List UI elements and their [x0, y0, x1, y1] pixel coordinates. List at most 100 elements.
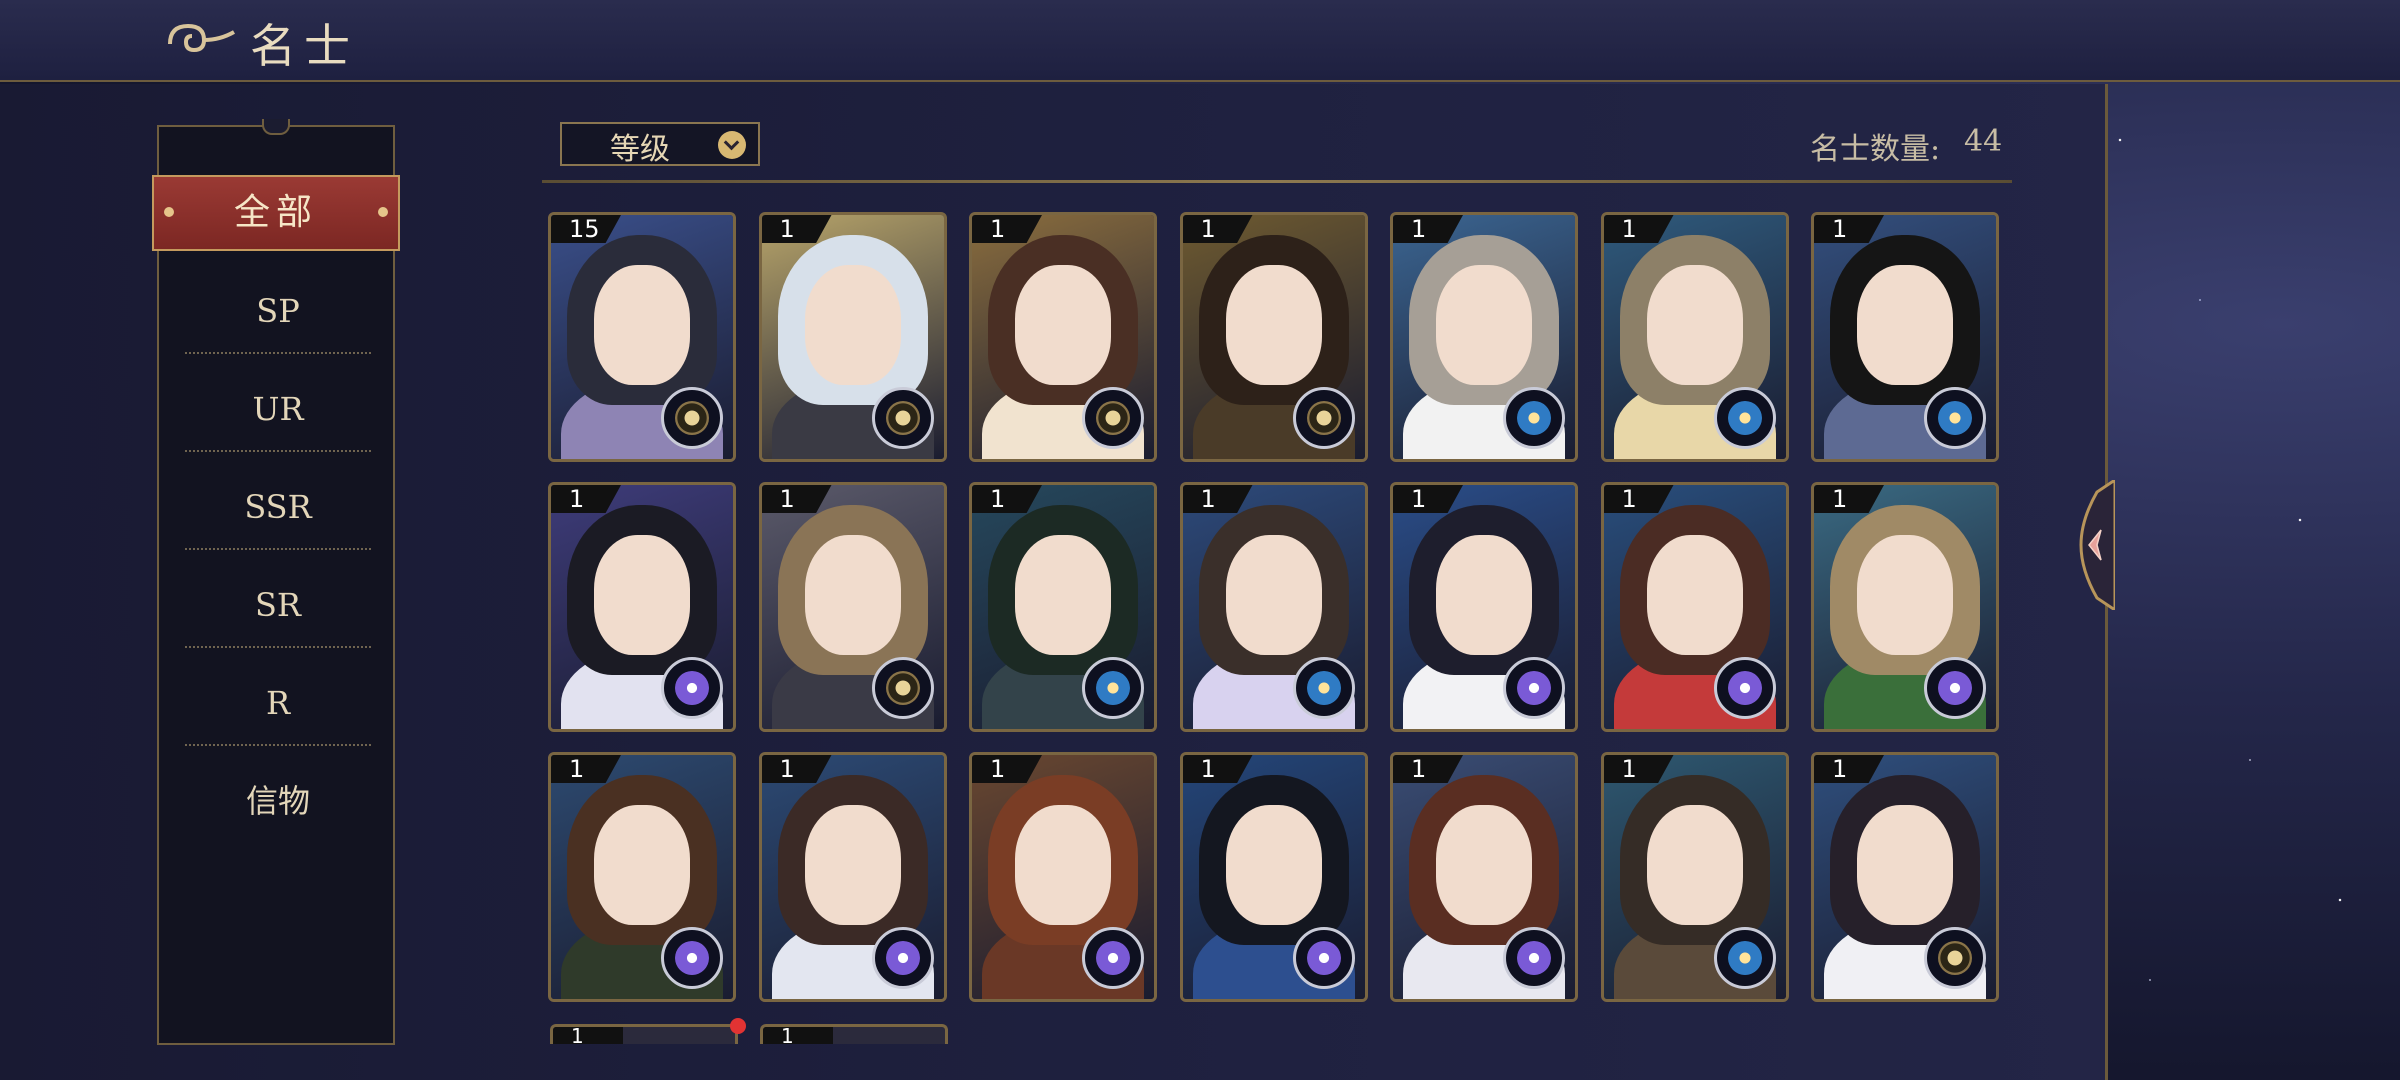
- hero-face: [1015, 805, 1111, 925]
- hero-face: [1015, 265, 1111, 385]
- faction-emblem-icon: [661, 657, 723, 719]
- faction-emblem-icon: [1503, 927, 1565, 989]
- hero-card[interactable]: 1: [1600, 212, 1789, 462]
- hero-face: [804, 265, 901, 385]
- hero-card[interactable]: 1: [1179, 752, 1368, 1002]
- cloud-swirl-icon: [168, 23, 235, 53]
- hero-face: [1857, 805, 1953, 925]
- faction-emblem-icon: [1292, 387, 1355, 449]
- hero-level: 1: [1832, 755, 1848, 783]
- hero-face: [594, 535, 690, 655]
- collapse-panel-button[interactable]: [2075, 480, 2115, 610]
- sort-label: 等级: [610, 132, 670, 167]
- hero-card[interactable]: 1: [1811, 482, 1999, 732]
- hero-card[interactable]: 1: [969, 482, 1157, 732]
- hero-card[interactable]: 15: [548, 212, 736, 462]
- hero-level: 1: [1200, 215, 1216, 243]
- hero-face: [1015, 535, 1111, 655]
- hero-level: 1: [569, 485, 585, 513]
- header-divider: [542, 180, 2012, 183]
- hero-face: [804, 535, 901, 655]
- hero-level: 1: [1411, 755, 1427, 783]
- hero-level: 1: [1200, 755, 1216, 783]
- hero-level: 1: [1200, 485, 1216, 513]
- hero-card[interactable]: 1: [1390, 752, 1578, 1002]
- faction-emblem-icon: [1713, 387, 1776, 449]
- level-tab: [553, 1027, 623, 1044]
- faction-emblem-icon: [871, 927, 934, 989]
- hero-level: 1: [990, 215, 1006, 243]
- hero-card[interactable]: 1: [758, 482, 947, 732]
- hero-card[interactable]: 1: [758, 212, 947, 462]
- top-bar: 名士: [0, 0, 2400, 82]
- hero-level: 1: [1411, 485, 1427, 513]
- faction-emblem-icon: [871, 657, 934, 719]
- sidebar-item-ssr[interactable]: SSR: [185, 458, 371, 556]
- sidebar-item-label: 全部: [233, 192, 318, 233]
- hero-level: 1: [1411, 215, 1427, 243]
- faction-emblem-icon: [1292, 927, 1355, 989]
- hero-card[interactable]: 1: [1811, 752, 1999, 1002]
- faction-emblem-icon: [661, 927, 723, 989]
- hero-card[interactable]: 1: [1179, 482, 1368, 732]
- hero-level: 1: [1621, 485, 1637, 513]
- hero-level: 1: [571, 1024, 584, 1044]
- hero-card[interactable]: 1: [1600, 752, 1789, 1002]
- hero-face: [1646, 805, 1743, 925]
- sidebar-item-r[interactable]: R: [185, 654, 371, 752]
- hero-card[interactable]: 1: [1390, 212, 1578, 462]
- hero-face: [594, 265, 690, 385]
- hero-count-value: 44: [1964, 124, 2003, 159]
- faction-emblem-icon: [1503, 657, 1565, 719]
- hero-face: [1857, 265, 1953, 385]
- hero-card[interactable]: 1: [1811, 212, 1999, 462]
- page-title: 名士: [250, 19, 358, 73]
- hero-level: 1: [1832, 485, 1848, 513]
- hero-level: 1: [1621, 215, 1637, 243]
- hero-count-label: 名士数量:: [1810, 132, 1941, 167]
- hero-face: [1646, 265, 1743, 385]
- hero-face: [1225, 535, 1322, 655]
- faction-emblem-icon: [1924, 927, 1986, 989]
- sidebar-item-all[interactable]: 全部: [152, 175, 400, 251]
- hero-level: 1: [1832, 215, 1848, 243]
- hero-card[interactable]: 1: [1390, 482, 1578, 732]
- hero-face: [1225, 265, 1322, 385]
- hero-level: 1: [779, 485, 795, 513]
- level-tab: [763, 1027, 833, 1044]
- notification-dot: [730, 1018, 746, 1034]
- sidebar-item-sr[interactable]: SR: [185, 556, 371, 654]
- hero-card[interactable]: 1: [758, 752, 947, 1002]
- hero-card[interactable]: 1: [1600, 482, 1789, 732]
- divider: [185, 744, 371, 746]
- hero-card[interactable]: 1: [969, 752, 1157, 1002]
- divider: [185, 646, 371, 648]
- sidebar-item-sp[interactable]: SP: [185, 262, 371, 360]
- faction-emblem-icon: [1082, 927, 1144, 989]
- chevron-down-icon[interactable]: [718, 131, 746, 159]
- faction-emblem-icon: [1082, 657, 1144, 719]
- hero-face: [1436, 265, 1532, 385]
- hero-card[interactable]: 1: [548, 752, 736, 1002]
- faction-emblem-icon: [1503, 387, 1565, 449]
- divider: [185, 450, 371, 452]
- divider: [185, 548, 371, 550]
- hero-card[interactable]: 1: [550, 1024, 738, 1044]
- hero-card[interactable]: 1: [969, 212, 1157, 462]
- hero-face: [1436, 805, 1532, 925]
- hero-card[interactable]: 1: [548, 482, 736, 732]
- faction-emblem-icon: [1713, 657, 1776, 719]
- faction-emblem-icon: [1924, 387, 1986, 449]
- sidebar-item-ur[interactable]: UR: [185, 360, 371, 458]
- faction-emblem-icon: [871, 387, 934, 449]
- hero-level: 1: [569, 755, 585, 783]
- hero-face: [1225, 805, 1322, 925]
- sidebar-item-token[interactable]: 信物: [185, 752, 371, 850]
- hero-card[interactable]: 1: [760, 1024, 948, 1044]
- divider: [185, 352, 371, 354]
- faction-emblem-icon: [1924, 657, 1986, 719]
- hero-level: 1: [781, 1024, 794, 1044]
- hero-level: 1: [990, 755, 1006, 783]
- hero-level: 15: [569, 215, 600, 243]
- hero-card[interactable]: 1: [1179, 212, 1368, 462]
